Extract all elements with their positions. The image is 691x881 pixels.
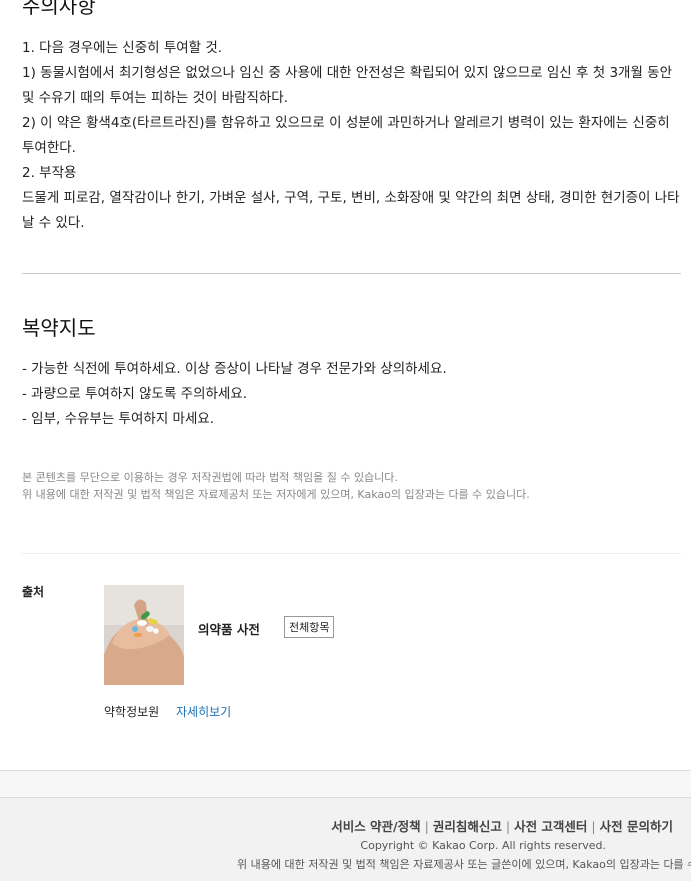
all-items-button[interactable]: 전체항목 (284, 616, 335, 638)
footer-link-inquiry[interactable]: 사전 문의하기 (600, 819, 673, 834)
guidance-line: - 임부, 수유부는 투여하지 마세요. (22, 411, 215, 427)
caution-line: 1. 다음 경우에는 신중히 투여할 것. (22, 40, 223, 56)
caution-text: 1. 다음 경우에는 신중히 투여할 것. 1) 동물시험에서 최기형성은 없었… (22, 36, 684, 236)
dictionary-title[interactable]: 의약품 사전 (198, 619, 260, 638)
pills-in-hand-image (104, 585, 184, 685)
footer-top-band (0, 770, 691, 798)
source-divider (22, 553, 681, 554)
guidance-section-title: 복약지도 (22, 316, 96, 340)
notice-line: 위 내용에 대한 저작권 및 법적 책임은 자료제공처 또는 저자에게 있으며,… (22, 488, 530, 501)
notice-line: 본 콘텐츠를 무단으로 이용하는 경우 저작권법에 따라 법적 책임을 질 수 … (22, 471, 398, 484)
caution-line: 1) 동물시험에서 최기형성은 없었으나 임신 중 사용에 대한 안전성은 확립… (22, 65, 673, 106)
source-label: 출처 (22, 585, 45, 599)
footer-disclaimer: 위 내용에 대한 저작권 및 법적 책임은 자료제공사 또는 글쓴이에 있으며,… (237, 858, 691, 871)
see-more-link[interactable]: 자세히보기 (176, 703, 231, 720)
copyright-text: Copyright © Kakao Corp. All rights reser… (360, 839, 606, 852)
guidance-line: - 과량으로 투여하지 않도록 주의하세요. (22, 386, 248, 402)
footer-link-terms[interactable]: 서비스 약관/정책 (331, 819, 420, 834)
dictionary-thumbnail[interactable] (104, 585, 184, 685)
section-divider (22, 273, 681, 274)
footer-link-support[interactable]: 사전 고객센터 (514, 819, 587, 834)
footer-separator: | (424, 819, 429, 834)
guidance-line: - 가능한 식전에 투여하세요. 이상 증상이 나타날 경우 전문가와 상의하세… (22, 361, 447, 377)
caution-line: 드물게 피로감, 열작감이나 한기, 가벼운 설사, 구역, 구토, 변비, 소… (22, 190, 680, 231)
copyright-notice: 본 콘텐츠를 무단으로 이용하는 경우 저작권법에 따라 법적 책임을 질 수 … (22, 469, 530, 503)
guidance-text: - 가능한 식전에 투여하세요. 이상 증상이 나타날 경우 전문가와 상의하세… (22, 357, 447, 432)
caution-line: 2. 부작용 (22, 165, 77, 181)
footer-link-report[interactable]: 권리침해신고 (433, 819, 502, 834)
footer-links: 서비스 약관/정책 | 권리침해신고 | 사전 고객센터 | 사전 문의하기 (331, 816, 673, 835)
publisher-name: 약학정보원 (104, 705, 160, 719)
footer-separator: | (591, 819, 596, 834)
footer: 서비스 약관/정책 | 권리침해신고 | 사전 고객센터 | 사전 문의하기 Copyrig… (0, 770, 691, 881)
caution-line: 2) 이 약은 황색4호(타르트라진)를 함유하고 있으므로 이 성분에 과민하… (22, 115, 670, 156)
footer-separator: | (505, 819, 511, 834)
caution-section-title: 주의사항 (22, 0, 96, 18)
